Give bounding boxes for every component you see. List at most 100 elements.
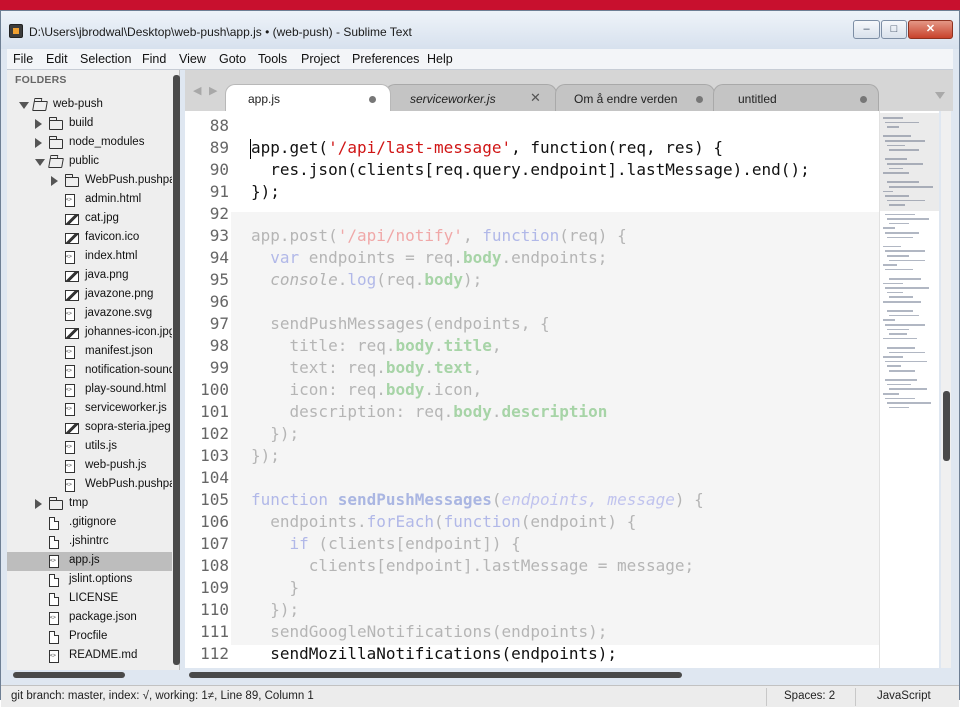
tab-serviceworker[interactable]: serviceworker.js ✕ [385, 84, 557, 111]
code-line[interactable]: var endpoints = req.body.endpoints; [251, 248, 607, 267]
sidebar-file-item[interactable]: .jshintrc [7, 533, 172, 552]
minimap[interactable] [879, 111, 939, 668]
code-line[interactable]: }); [251, 446, 280, 465]
code-line[interactable]: } [251, 578, 300, 597]
tab-close-icon[interactable]: ✕ [530, 90, 541, 106]
minimap-line [889, 406, 909, 409]
code-line[interactable]: if (clients[endpoint]) { [251, 534, 521, 553]
sidebar-folder-item[interactable]: web-push [7, 96, 172, 115]
status-indentation[interactable]: Spaces: 2 [784, 690, 835, 702]
sidebar-file-item[interactable]: app.js [7, 552, 172, 571]
minimap-viewport[interactable] [880, 113, 939, 211]
code-line[interactable]: }); [251, 424, 299, 443]
tab-unsaved-dot-icon[interactable] [696, 96, 703, 103]
title-bar[interactable]: D:\Users\jbrodwal\Desktop\web-push\app.j… [1, 11, 959, 49]
sidebar-file-item[interactable]: admin.html [7, 191, 172, 210]
menu-selection[interactable]: Selection [80, 52, 131, 66]
sidebar-file-item[interactable]: serviceworker.js [7, 400, 172, 419]
tab-list-chevron-down-icon[interactable] [935, 92, 945, 99]
code-line[interactable]: text: req.body.text, [251, 358, 483, 377]
tab-back-arrow-icon[interactable]: ◀ [193, 84, 201, 97]
collapsed-right-arrow-icon[interactable] [51, 176, 58, 186]
code-line[interactable]: function sendPushMessages(endpoints, mes… [251, 490, 704, 509]
expand-down-arrow-icon[interactable] [35, 159, 45, 166]
sidebar-file-item[interactable]: java.png [7, 267, 172, 286]
code-line[interactable]: description: req.body.description [251, 402, 608, 421]
sidebar-file-item[interactable]: cat.jpg [7, 210, 172, 229]
sidebar-folder-item[interactable]: node_modules [7, 134, 172, 153]
scrollbar-thumb[interactable] [943, 391, 950, 461]
sidebar-file-item[interactable]: javazone.png [7, 286, 172, 305]
tab-forward-arrow-icon[interactable]: ▶ [209, 84, 217, 97]
line-number: 89 [209, 138, 229, 157]
sidebar-file-item[interactable]: WebPush.pushpackage [7, 476, 172, 495]
sidebar-file-item[interactable]: LICENSE [7, 590, 172, 609]
sidebar-file-item[interactable]: .gitignore [7, 514, 172, 533]
tab-app-js[interactable]: app.js [225, 84, 391, 112]
sidebar-folder-item[interactable]: build [7, 115, 172, 134]
sidebar-file-item[interactable]: play-sound.html [7, 381, 172, 400]
sidebar-folder-item[interactable]: WebPush.pushpackage [7, 172, 172, 191]
code-line[interactable]: icon: req.body.icon, [251, 380, 483, 399]
code-line[interactable]: app.post('/api/notify', function(req) { [251, 226, 627, 245]
collapsed-right-arrow-icon[interactable] [35, 499, 42, 509]
code-editor[interactable]: 88 89 app.get('/api/last-message', functio… [185, 111, 879, 668]
code-line[interactable]: endpoints.forEach(function(endpoint) { [251, 512, 636, 531]
sidebar-file-item[interactable]: Procfile [7, 628, 172, 647]
collapsed-right-arrow-icon[interactable] [35, 119, 42, 129]
status-syntax[interactable]: JavaScript [877, 690, 931, 702]
menu-edit[interactable]: Edit [46, 52, 68, 66]
menu-preferences[interactable]: Preferences [352, 52, 419, 66]
collapsed-right-arrow-icon[interactable] [35, 138, 42, 148]
menu-project[interactable]: Project [301, 52, 340, 66]
tab-untitled[interactable]: untitled [713, 84, 879, 111]
sidebar-scrollbar[interactable] [173, 75, 180, 665]
line-number: 92 [209, 204, 229, 223]
sidebar-item-label: jslint.options [69, 573, 133, 585]
sidebar-file-item[interactable]: README.md [7, 647, 172, 666]
sidebar-file-item[interactable]: javazone.svg [7, 305, 172, 324]
code-line[interactable]: app.get('/api/last-message', function(re… [251, 138, 723, 157]
code-line[interactable]: sendMozillaNotifications(endpoints); [251, 644, 617, 663]
maximize-button[interactable]: □ [881, 20, 907, 39]
sidebar-file-item[interactable]: index.html [7, 248, 172, 267]
code-line[interactable]: console.log(req.body); [251, 270, 482, 289]
sidebar-file-item[interactable]: manifest.json [7, 343, 172, 362]
code-line[interactable]: }); [251, 600, 299, 619]
code-line[interactable]: }); [251, 182, 280, 201]
menu-goto[interactable]: Goto [219, 52, 246, 66]
sidebar-folder-item[interactable]: tmp [7, 495, 172, 514]
menu-help[interactable]: Help [427, 52, 453, 66]
folder-icon [64, 174, 79, 187]
line-number: 97 [209, 314, 229, 333]
code-line[interactable]: title: req.body.title, [251, 336, 502, 355]
editor-vertical-scrollbar[interactable] [941, 111, 951, 668]
expand-down-arrow-icon[interactable] [19, 102, 29, 109]
sidebar-file-item[interactable]: favicon.ico [7, 229, 172, 248]
sidebar-file-item[interactable]: notification-sound [7, 362, 172, 381]
editor-horizontal-scrollbar[interactable] [189, 672, 682, 678]
tab-unsaved-dot-icon[interactable] [860, 96, 867, 103]
close-button[interactable]: ✕ [908, 20, 953, 39]
menu-tools[interactable]: Tools [258, 52, 287, 66]
code-line[interactable]: clients[endpoint].lastMessage = message; [251, 556, 694, 575]
sidebar-file-item[interactable]: package.json [7, 609, 172, 628]
sidebar-horizontal-scrollbar[interactable] [13, 672, 125, 678]
sidebar-file-item[interactable]: utils.js [7, 438, 172, 457]
sidebar-item-label: build [69, 117, 94, 129]
sidebar-file-item[interactable]: sopra-steria.jpeg [7, 419, 172, 438]
menu-find[interactable]: Find [142, 52, 166, 66]
menu-file[interactable]: File [13, 52, 33, 66]
sidebar-file-item[interactable]: jslint.options [7, 571, 172, 590]
code-line[interactable]: sendGoogleNotifications(endpoints); [251, 622, 607, 641]
sidebar-item-label: README.md [69, 649, 138, 661]
sidebar-file-item[interactable]: johannes-icon.jpg [7, 324, 172, 343]
menu-view[interactable]: View [179, 52, 206, 66]
code-line[interactable]: sendPushMessages(endpoints, { [251, 314, 549, 333]
tab-unsaved-dot-icon[interactable] [369, 96, 376, 103]
sidebar-file-item[interactable]: web-push.js [7, 457, 172, 476]
tab-om-a-endre-verden[interactable]: Om å endre verden [555, 84, 715, 111]
minimize-button[interactable]: – [853, 20, 880, 39]
code-line[interactable]: res.json(clients[req.query.endpoint].las… [251, 160, 809, 179]
sidebar-folder-item[interactable]: public [7, 153, 172, 172]
